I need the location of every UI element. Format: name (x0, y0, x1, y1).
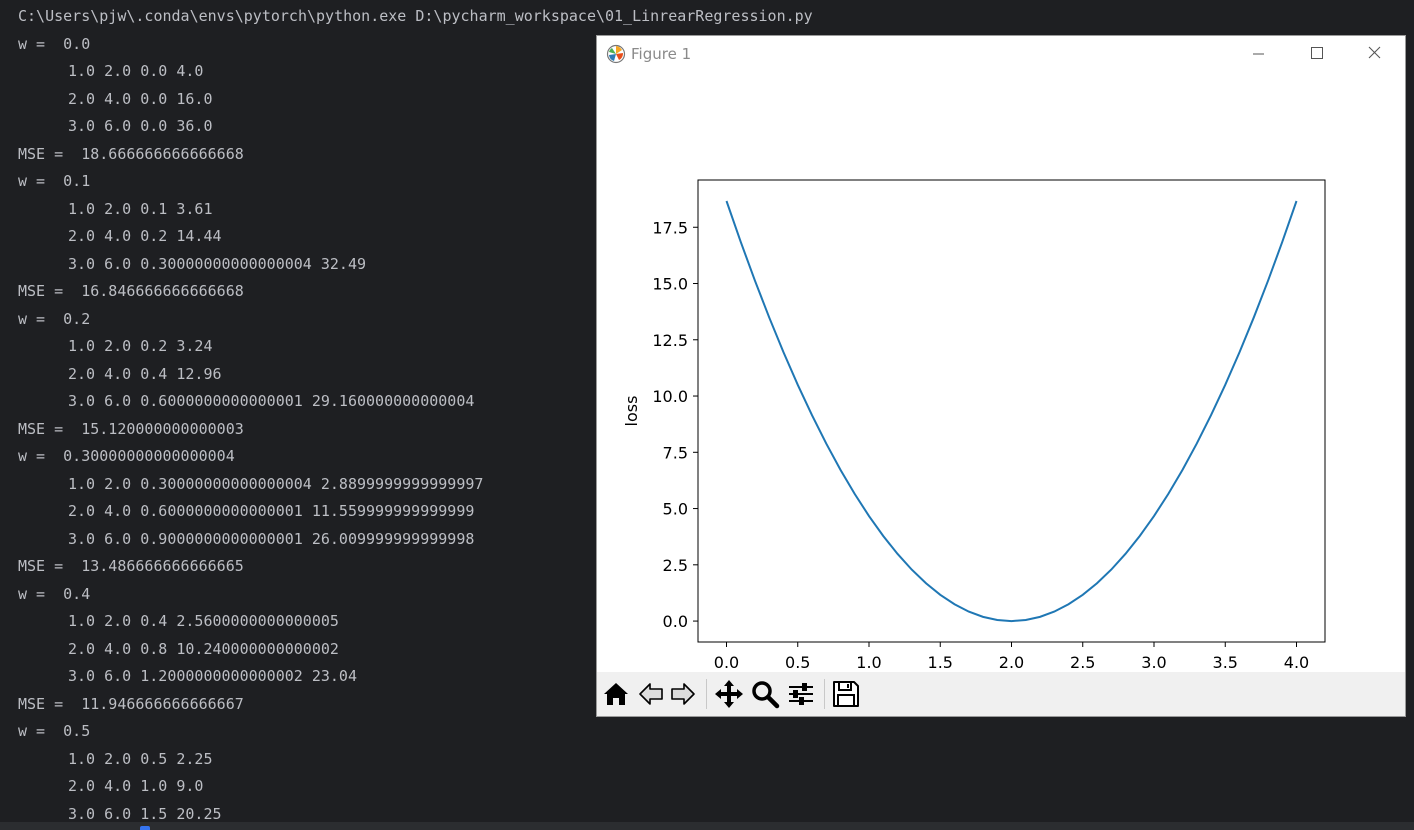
console-line: 1.0 2.0 0.4 2.5600000000000005 (68, 612, 339, 630)
console-line: 2.0 4.0 1.0 9.0 (68, 777, 204, 795)
loss-curve-line (725, 200, 1298, 623)
close-icon (1368, 46, 1381, 59)
console-line: 2.0 4.0 0.6000000000000001 11.5599999999… (68, 502, 475, 520)
plot-canvas[interactable]: 0.0 0.5 1.0 1.5 2.0 2.5 3.0 3.5 4.0 0.0 2.5 5.0 7.5 1… (597, 72, 1405, 672)
console-line: 2.0 4.0 0.0 16.0 (68, 89, 213, 108)
console-line: 2.0 4.0 0.8 10.240000000000002 (68, 639, 339, 658)
y-tick-label: 15.0 (652, 275, 688, 294)
x-tick-label: 3.5 (1213, 653, 1238, 672)
x-tick-label: 1.5 (928, 653, 953, 672)
x-tick-label: 0.0 (714, 653, 739, 672)
y-tick-label: 2.5 (663, 556, 688, 575)
console-line: C:\Users\pjw\.conda\envs\pytorch\python.… (18, 7, 813, 25)
toolbar-separator (824, 679, 825, 709)
minimize-icon (1253, 53, 1264, 55)
move-icon (715, 680, 743, 708)
console-line: 3.0 6.0 0.9000000000000001 26.0099999999… (68, 529, 475, 548)
scroll-marker (140, 826, 150, 830)
minimize-button[interactable] (1235, 36, 1281, 72)
maximize-icon (1311, 47, 1323, 59)
x-tick-label: 3.0 (1141, 653, 1166, 672)
console-line: MSE = 16.846666666666668 (18, 282, 244, 300)
console-line: 2.0 4.0 0.2 14.44 (68, 227, 222, 245)
console-line: 2.0 4.0 0.4 12.96 (68, 364, 222, 383)
close-button[interactable] (1351, 36, 1397, 72)
console-line: w = 0.4 (18, 584, 91, 603)
y-tick-label: 7.5 (663, 443, 688, 462)
window-titlebar[interactable]: Figure 1 (597, 36, 1405, 72)
console-line: 3.0 6.0 0.30000000000000004 32.49 (68, 254, 367, 273)
arrow-left-icon (639, 683, 663, 705)
console-line: w = 0.5 (18, 722, 91, 740)
console-line: w = 0.2 (18, 309, 91, 328)
y-axis-label: loss (622, 396, 641, 427)
window-title: Figure 1 (631, 45, 692, 63)
console-bottom-bar (0, 822, 1414, 830)
y-tick-label: 5.0 (663, 500, 688, 519)
console-line: MSE = 18.666666666666668 (18, 144, 244, 163)
console-line: MSE = 15.120000000000003 (18, 419, 244, 438)
console-line: 1.0 2.0 0.0 4.0 (68, 62, 204, 80)
figure-window[interactable]: Figure 1 0.0 0.5 1.0 1.5 2.0 2.5 3.0 3.5 4.0 0.0 2… (596, 35, 1406, 717)
console-line: w = 0.30000000000000004 (18, 447, 235, 465)
console-line: 1.0 2.0 0.30000000000000004 2.8899999999… (68, 474, 484, 493)
x-tick-label: 4.0 (1284, 653, 1309, 672)
matplotlib-logo-icon (606, 44, 626, 64)
back-button[interactable] (635, 678, 667, 710)
magnifier-icon (752, 681, 780, 709)
y-tick-label: 10.0 (652, 387, 688, 406)
y-tick-label: 17.5 (652, 218, 688, 237)
home-button[interactable] (600, 678, 632, 710)
toolbar-separator (706, 679, 707, 709)
navigation-toolbar (597, 672, 1405, 716)
pan-button[interactable] (713, 678, 745, 710)
console-line: 3.0 6.0 0.6000000000000001 29.1600000000… (68, 392, 475, 410)
console-line: MSE = 13.486666666666665 (18, 557, 244, 575)
console-line: 1.0 2.0 0.1 3.61 (68, 199, 213, 218)
arrow-right-icon (671, 683, 695, 705)
console-line: 3.0 6.0 0.0 36.0 (68, 117, 213, 135)
console-line: 3.0 6.0 1.5 20.25 (68, 804, 222, 823)
forward-button[interactable] (667, 678, 699, 710)
x-tick-label: 0.5 (785, 653, 810, 672)
axes-frame (697, 179, 1326, 643)
loss-chart: 0.0 0.5 1.0 1.5 2.0 2.5 3.0 3.5 4.0 0.0 2.5 5.0 7.5 1… (622, 179, 1326, 672)
save-button[interactable] (830, 678, 862, 710)
y-tick-label: 0.0 (663, 612, 688, 631)
home-icon (604, 683, 628, 705)
console-line: w = 0.1 (18, 172, 91, 190)
floppy-disk-icon (833, 681, 859, 707)
sliders-icon (789, 683, 813, 705)
configure-subplots-button[interactable] (785, 678, 817, 710)
y-tick-label: 12.5 (652, 331, 688, 350)
x-tick-label: 2.5 (1070, 653, 1095, 672)
console-line: 1.0 2.0 0.5 2.25 (68, 749, 213, 768)
console-line: w = 0.0 (18, 34, 91, 53)
x-tick-label: 2.0 (999, 653, 1024, 672)
x-tick-label: 1.0 (856, 653, 881, 672)
zoom-button[interactable] (749, 678, 781, 710)
console-line: 3.0 6.0 1.2000000000000002 23.04 (68, 667, 357, 685)
maximize-button[interactable] (1293, 36, 1339, 72)
console-line: MSE = 11.946666666666667 (18, 694, 244, 713)
console-line: 1.0 2.0 0.2 3.24 (68, 337, 213, 355)
